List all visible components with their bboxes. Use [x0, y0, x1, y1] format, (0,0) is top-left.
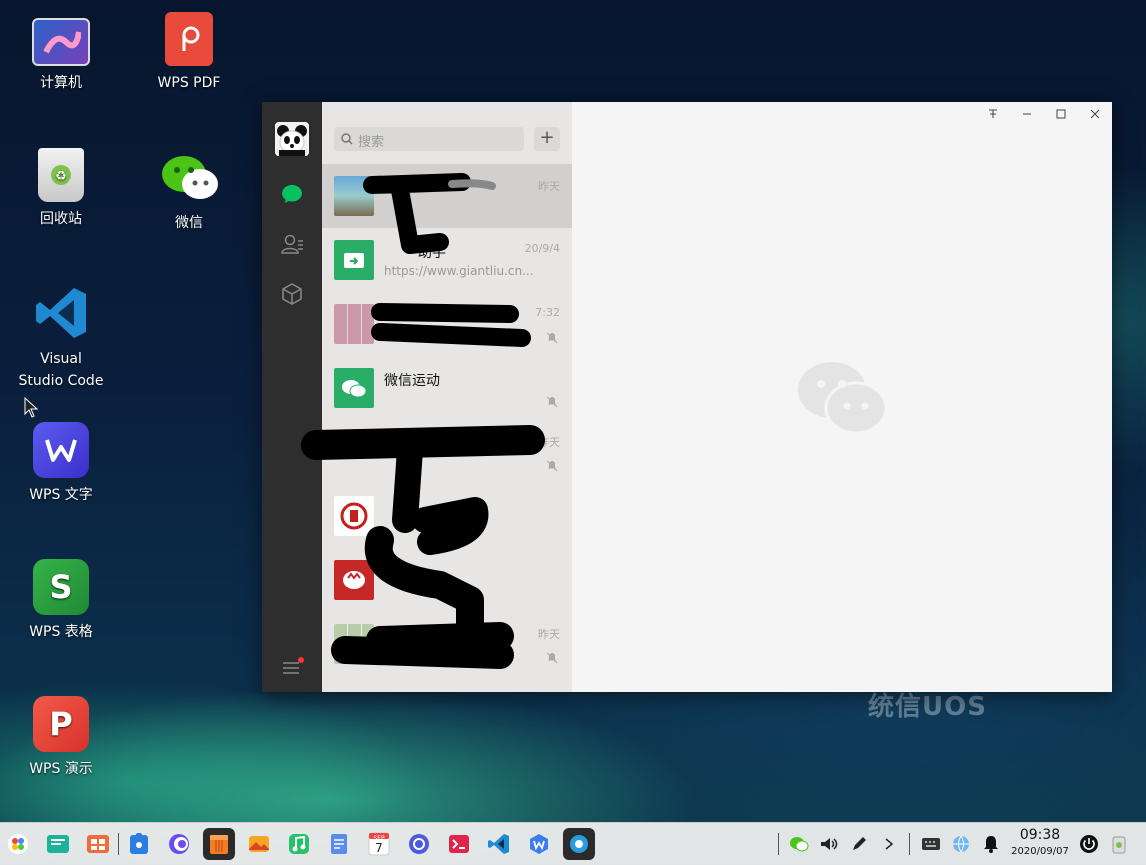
- launcher-icon: [8, 834, 28, 854]
- chevron-right-icon: [885, 838, 894, 850]
- vscode-taskbar-button[interactable]: [483, 828, 515, 860]
- trash-icon: [1112, 836, 1126, 854]
- terminal-icon: [449, 835, 469, 853]
- music-icon: [289, 834, 309, 854]
- bell-icon: [984, 836, 998, 853]
- music-button[interactable]: [283, 828, 315, 860]
- keyboard-icon: [922, 838, 940, 850]
- network-button[interactable]: [949, 832, 973, 856]
- clock-time[interactable]: 09:38: [1012, 827, 1068, 843]
- app-store-icon: [130, 833, 148, 854]
- archive-icon: [210, 835, 228, 854]
- system-settings-taskbar-button[interactable]: [563, 828, 595, 860]
- redaction-scribble: [301, 173, 545, 669]
- clock-date[interactable]: 2020/09/07: [1008, 846, 1072, 857]
- power-button[interactable]: [1077, 832, 1101, 856]
- calendar-day: 7: [375, 841, 383, 855]
- app-store-button[interactable]: [123, 828, 155, 860]
- wps-taskbar-button[interactable]: [523, 828, 555, 860]
- multitask-view-button[interactable]: [42, 828, 74, 860]
- expand-tray-button[interactable]: [877, 832, 901, 856]
- wechat-tray-icon: [790, 837, 809, 852]
- multitask-view-icon: [47, 835, 69, 853]
- calendar-button[interactable]: SEP 7: [363, 828, 395, 860]
- terminal-button[interactable]: [443, 828, 475, 860]
- taskbar-separator: [909, 833, 910, 855]
- desktop-switcher-icon: [87, 835, 109, 853]
- settings-button[interactable]: [403, 828, 435, 860]
- pen-button[interactable]: [847, 832, 871, 856]
- wps-icon: [530, 834, 548, 854]
- text-editor-button[interactable]: [323, 828, 355, 860]
- desktop-switcher-button[interactable]: [82, 828, 114, 860]
- taskbar-separator: [778, 833, 779, 855]
- pen-icon: [853, 837, 866, 850]
- notification-button[interactable]: [979, 832, 1003, 856]
- wechat-tray-button[interactable]: [787, 832, 811, 856]
- volume-button[interactable]: [817, 832, 841, 856]
- network-globe-icon: [953, 835, 969, 853]
- keyboard-button[interactable]: [919, 832, 943, 856]
- browser-button[interactable]: [163, 828, 195, 860]
- vscode-icon: [488, 834, 509, 854]
- archive-manager-button[interactable]: [203, 828, 235, 860]
- image-viewer-button[interactable]: [243, 828, 275, 860]
- settings-icon: [409, 834, 429, 854]
- text-editor-icon: [331, 834, 347, 854]
- taskbar-separator: [118, 833, 119, 855]
- power-icon: [1080, 835, 1098, 853]
- trash-tray-button[interactable]: [1107, 832, 1131, 856]
- browser-icon: [169, 834, 189, 854]
- image-viewer-icon: [249, 836, 269, 852]
- volume-icon: [821, 838, 838, 850]
- launcher-button[interactable]: [2, 828, 34, 860]
- taskbar: SEP 7 09:38 2020/09/07: [0, 822, 1146, 865]
- gear-icon: [570, 835, 588, 853]
